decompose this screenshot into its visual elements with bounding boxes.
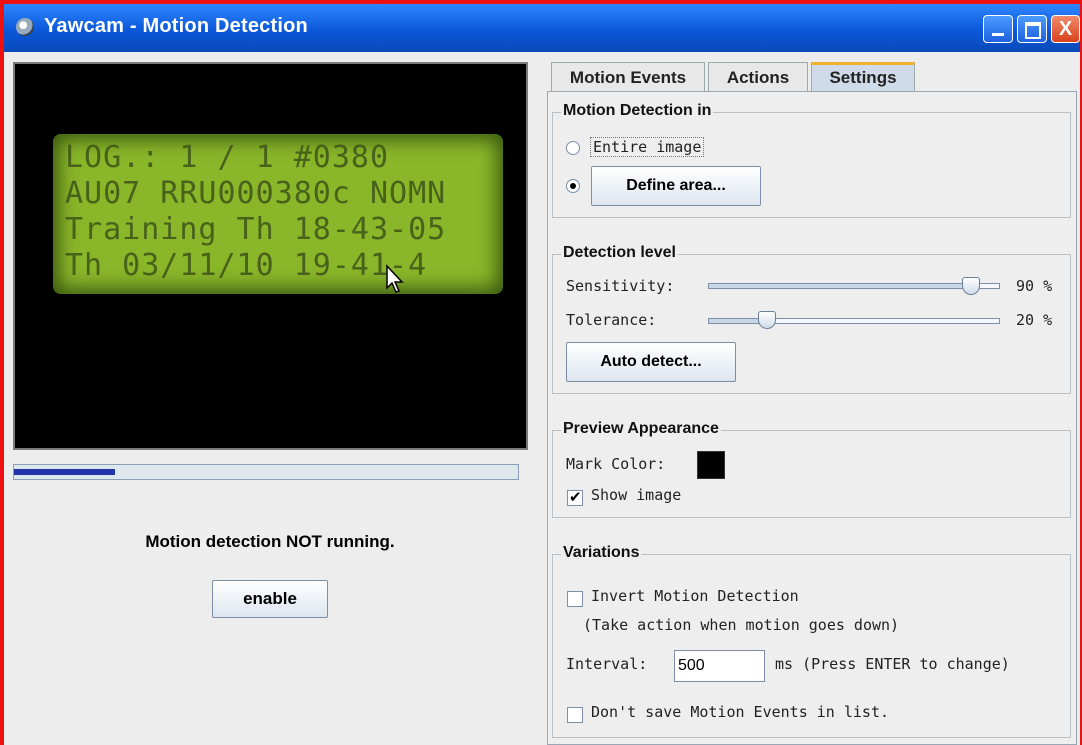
define-area-radio[interactable]: [566, 179, 580, 193]
define-area-button[interactable]: Define area...: [591, 166, 761, 206]
entire-image-label[interactable]: Entire image: [590, 137, 705, 157]
lcd-line: AU07 RRU000380c NOMN: [65, 176, 447, 211]
maximize-button[interactable]: [1017, 15, 1047, 43]
group-title: Motion Detection in: [561, 102, 714, 120]
dont-save-label[interactable]: Don't save Motion Events in list.: [591, 703, 889, 721]
show-image-label[interactable]: Show image: [591, 486, 681, 504]
tab-motion-events[interactable]: Motion Events: [551, 62, 705, 92]
sensitivity-label: Sensitivity:: [566, 277, 675, 295]
lcd-line: Training Th 18-43-05: [65, 212, 447, 247]
mark-color-swatch[interactable]: [697, 451, 725, 479]
invert-motion-note: (Take action when motion goes down): [583, 616, 900, 634]
invert-motion-label[interactable]: Invert Motion Detection: [591, 587, 799, 605]
sensitivity-slider[interactable]: [708, 283, 1000, 289]
tolerance-label: Tolerance:: [566, 311, 657, 329]
tolerance-value: 20 %: [1016, 311, 1053, 329]
tab-actions[interactable]: Actions: [708, 62, 808, 92]
show-image-checkbox[interactable]: [567, 488, 583, 506]
lcd-display: LOG.: 1 / 1 #0380 AU07 RRU000380c NOMN T…: [53, 134, 503, 294]
progress-bar: [13, 464, 519, 480]
app-icon: [16, 18, 34, 36]
close-icon: X: [1058, 18, 1073, 40]
auto-detect-button[interactable]: Auto detect...: [566, 342, 736, 382]
slider-fill: [709, 284, 970, 288]
camera-preview: LOG.: 1 / 1 #0380 AU07 RRU000380c NOMN T…: [13, 62, 528, 450]
interval-note: ms (Press ENTER to change): [775, 655, 1010, 673]
dont-save-checkbox[interactable]: [567, 707, 583, 723]
tab-settings[interactable]: Settings: [811, 62, 915, 92]
enable-button[interactable]: enable: [212, 580, 328, 618]
detection-status: Motion detection NOT running.: [145, 532, 395, 551]
mouse-cursor-icon: [386, 264, 404, 293]
group-title: Preview Appearance: [561, 420, 721, 438]
lcd-line: Th 03/11/10 19-41-4: [65, 248, 428, 283]
tolerance-slider-thumb[interactable]: [758, 311, 776, 329]
group-title: Variations: [561, 544, 642, 562]
invert-motion-checkbox[interactable]: [567, 591, 583, 607]
entire-image-radio[interactable]: [566, 141, 580, 155]
sensitivity-value: 90 %: [1016, 277, 1053, 295]
interval-label: Interval:: [566, 655, 648, 673]
progress-fill: [14, 469, 115, 475]
mark-color-label: Mark Color:: [566, 455, 666, 473]
close-button[interactable]: X: [1051, 15, 1080, 43]
sensitivity-slider-thumb[interactable]: [962, 277, 980, 295]
lcd-line: LOG.: 1 / 1 #0380: [65, 140, 390, 175]
group-title: Detection level: [561, 244, 678, 262]
title-bar[interactable]: Yawcam - Motion Detection X: [4, 4, 1080, 52]
tolerance-slider[interactable]: [708, 318, 1000, 324]
preview-appearance-group: Preview Appearance: [552, 420, 1071, 518]
interval-input[interactable]: [674, 650, 765, 682]
minimize-button[interactable]: [983, 15, 1013, 43]
window-title: Yawcam - Motion Detection: [44, 15, 308, 37]
